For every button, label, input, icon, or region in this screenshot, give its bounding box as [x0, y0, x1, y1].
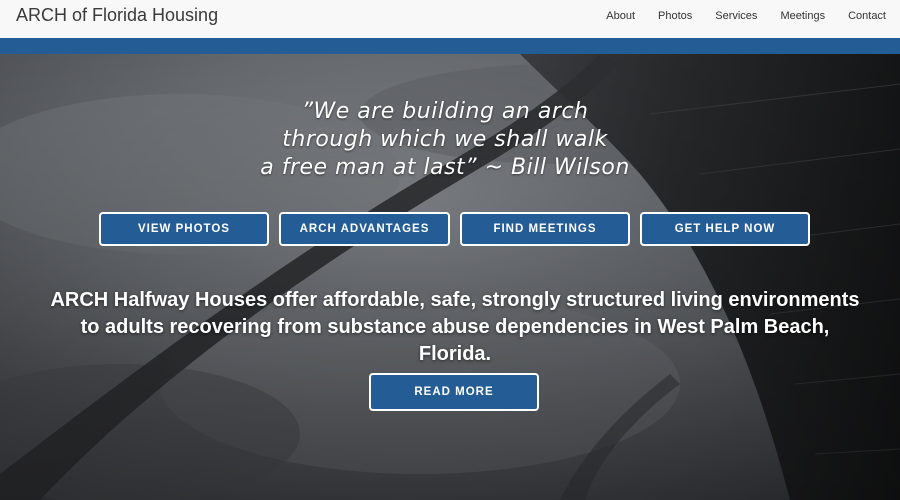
nav-link-meetings[interactable]: Meetings: [780, 10, 825, 22]
hero-tagline: ARCH Halfway Houses offer affordable, sa…: [0, 287, 900, 368]
quote-line: a free man at last” ~ Bill Wilson: [260, 155, 630, 180]
quote-line: through which we shall walk: [282, 127, 608, 152]
tagline-line: Florida.: [418, 343, 492, 365]
view-photos-button[interactable]: VIEW PHOTOS: [99, 212, 269, 246]
hero-section: ”We are building an arch through which w…: [0, 54, 900, 500]
read-more-button[interactable]: READ MORE: [369, 373, 539, 411]
header-accent-bar: [0, 38, 900, 54]
page: ARCH of Florida Housing About Photos Ser…: [0, 0, 900, 500]
get-help-now-button[interactable]: GET HELP NOW: [640, 212, 810, 246]
tagline-line: ARCH Halfway Houses offer affordable, sa…: [50, 289, 860, 311]
tagline-line: to adults recovering from substance abus…: [80, 316, 830, 338]
find-meetings-button[interactable]: FIND MEETINGS: [460, 212, 630, 246]
nav-link-about[interactable]: About: [606, 10, 635, 22]
site-brand-link[interactable]: ARCH of Florida Housing: [16, 5, 218, 26]
site-header: ARCH of Florida Housing About Photos Ser…: [0, 0, 900, 38]
arch-advantages-button[interactable]: ARCH ADVANTAGES: [279, 212, 450, 246]
hero-quote: ”We are building an arch through which w…: [0, 98, 890, 182]
quote-line: ”We are building an arch: [301, 99, 589, 124]
nav-link-photos[interactable]: Photos: [658, 10, 692, 22]
nav-link-contact[interactable]: Contact: [848, 10, 886, 22]
main-nav: About Photos Services Meetings Contact: [583, 0, 886, 32]
nav-link-services[interactable]: Services: [715, 10, 757, 22]
